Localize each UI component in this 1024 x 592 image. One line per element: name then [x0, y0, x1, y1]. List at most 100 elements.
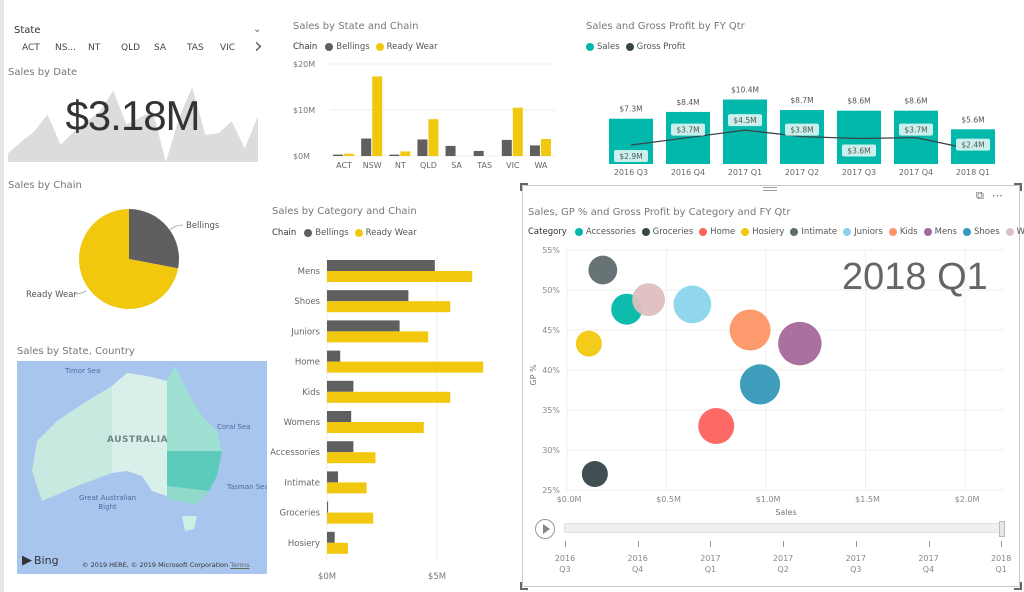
play-axis-label[interactable]: 2016 Q3 — [545, 553, 585, 575]
slicer-item-sa[interactable]: SA — [154, 43, 187, 53]
drag-handle-icon[interactable] — [763, 187, 777, 193]
y-tick-label: 25% — [542, 486, 560, 495]
bar-hosiery-bellings — [327, 531, 335, 543]
x-tick-label: NSW — [363, 161, 382, 170]
play-axis-label[interactable]: 2017 Q1 — [690, 553, 730, 575]
legend-kids[interactable]: Kids — [900, 227, 918, 237]
focus-mode-icon[interactable]: ⧉ — [976, 189, 984, 203]
legend-mens[interactable]: Mens — [935, 227, 957, 237]
legend-groceries[interactable]: Groceries — [653, 227, 694, 237]
legend-dot-bellings — [304, 229, 313, 237]
state-nsw — [167, 451, 222, 491]
legend-accessories[interactable]: Accessories — [586, 227, 636, 237]
gp-data-label: $4.5M — [733, 116, 756, 125]
play-axis-tick — [565, 541, 566, 547]
sales-gp-qtr-chart[interactable]: $7.3M 2016 Q3 $8.4M 2016 Q4 $10.4M 2017 Q1 $8.… — [595, 80, 1015, 180]
play-axis-thumb[interactable] — [999, 521, 1005, 537]
category-chart-title: Sales by Category and Chain — [272, 206, 417, 217]
y-tick-label: Intimate — [284, 478, 320, 488]
play-axis-tick — [855, 541, 857, 547]
legend-bellings[interactable]: Bellings — [336, 42, 369, 52]
legend-shoes[interactable]: Shoes — [974, 227, 1000, 237]
play-axis-label[interactable]: 2017 Q4 — [909, 553, 949, 575]
legend-dot-gross-profit — [625, 43, 634, 51]
play-axis-slider[interactable] — [564, 521, 1005, 537]
resize-handle-bl[interactable] — [520, 582, 528, 590]
more-options-icon[interactable]: ⋯ — [992, 189, 1003, 203]
play-axis-label[interactable]: 2017 Q2 — [763, 553, 803, 575]
chevron-right-icon[interactable]: › — [254, 36, 263, 58]
bar-home-ready-wear — [327, 361, 484, 373]
y-tick-label: 45% — [542, 326, 560, 335]
pie-slice-bellings — [129, 209, 179, 269]
legend-intimate[interactable]: Intimate — [801, 227, 837, 237]
resize-handle-tr[interactable] — [1014, 183, 1022, 191]
legend-title: Chain — [272, 228, 297, 238]
sales-by-state-chart[interactable]: $0M $10M $20M ACT NSW NT QLD SA TAS VIC WA — [285, 58, 565, 176]
slicer-item-nsw[interactable]: NS... — [55, 43, 88, 53]
play-button[interactable] — [535, 519, 555, 539]
slicer-item-act[interactable]: ACT — [22, 43, 55, 53]
legend-dot-ready-wear — [375, 43, 384, 51]
legend-juniors[interactable]: Juniors — [854, 227, 883, 237]
play-axis-label[interactable]: 2016 Q4 — [618, 553, 658, 575]
sales-data-label: $7.3M — [619, 105, 642, 114]
gp-data-label: $3.6M — [847, 147, 870, 156]
slicer-item-vic[interactable]: VIC — [220, 43, 253, 53]
y-tick-label: 50% — [542, 286, 560, 295]
resize-handle-tl[interactable] — [520, 183, 528, 191]
y-tick-label: Juniors — [290, 327, 320, 337]
resize-handle-br[interactable] — [1014, 582, 1022, 590]
x-tick-label: $0.5M — [656, 495, 681, 504]
legend-dot-sales — [586, 43, 594, 51]
x-tick-label: VIC — [506, 161, 520, 170]
bar-vic-bellings — [501, 139, 512, 156]
legend-bellings[interactable]: Bellings — [315, 228, 348, 238]
legend-dot-groceries — [641, 228, 650, 236]
slicer-item-nt[interactable]: NT — [88, 43, 121, 53]
bar-act-bellings — [333, 154, 344, 156]
x-tick-label: QLD — [420, 161, 437, 170]
state-chart-title: Sales by State and Chain — [293, 21, 419, 32]
slicer-item-qld[interactable]: QLD — [121, 43, 154, 53]
sales-map[interactable]: Timor Sea Coral Sea AUSTRALIA Great Aust… — [17, 361, 267, 574]
bing-logo: ▶ Bing — [22, 553, 59, 568]
bar-nsw-ready-wear — [372, 76, 383, 156]
map-copyright: © 2019 HERE, © 2019 Microsoft Corporatio… — [82, 561, 249, 569]
gp-data-label: $2.4M — [961, 141, 984, 150]
legend-ready-wear[interactable]: Ready Wear — [366, 228, 417, 238]
play-axis-label[interactable]: 2017 Q3 — [836, 553, 876, 575]
sales-by-category-chart[interactable]: Mens Shoes Juniors Home Kids Womens Accessorie… — [265, 250, 520, 585]
x-tick-label: 2018 Q1 — [956, 168, 990, 177]
legend-womens[interactable]: Womens — [1017, 227, 1024, 237]
legend-gross-profit[interactable]: Gross Profit — [637, 42, 686, 52]
legend-title: Chain — [293, 42, 318, 52]
y-axis-title: GP % — [529, 364, 538, 386]
legend-sales[interactable]: Sales — [597, 42, 620, 52]
legend-dot-bellings — [325, 43, 334, 51]
x-tick-label: 2017 Q1 — [728, 168, 762, 177]
sales-by-chain-pie[interactable]: Bellings Ready Wear — [0, 195, 265, 335]
qtr-chart-legend: Sales Gross Profit — [583, 42, 685, 52]
bubble-juniors — [673, 285, 712, 324]
legend-home[interactable]: Home — [710, 227, 735, 237]
map-label-tasman: Tasman Sea — [227, 483, 267, 491]
play-axis-tick — [783, 541, 785, 547]
x-tick-label: 2016 Q3 — [614, 168, 648, 177]
x-tick-label: $1.0M — [756, 495, 781, 504]
bing-icon: ▶ — [22, 553, 32, 568]
legend-ready-wear[interactable]: Ready Wear — [387, 42, 438, 52]
legend-hosiery[interactable]: Hosiery — [752, 227, 784, 237]
play-axis-label[interactable]: 2018 Q1 — [981, 553, 1021, 575]
x-tick-label: $0M — [318, 572, 336, 582]
slicer-item-tas[interactable]: TAS — [187, 43, 220, 53]
pie-leader-bellings — [169, 224, 184, 231]
sales-data-label: $10.4M — [731, 86, 759, 95]
sales-data-label: $8.6M — [904, 97, 927, 106]
x-tick-label: $5M — [428, 572, 446, 582]
bubble-kids — [729, 309, 771, 351]
bar-groceries-bellings — [327, 501, 329, 513]
qtr-chart-title: Sales and Gross Profit by FY Qtr — [586, 21, 745, 32]
play-axis-tick — [1001, 541, 1003, 547]
terms-link[interactable]: Terms — [230, 561, 249, 569]
